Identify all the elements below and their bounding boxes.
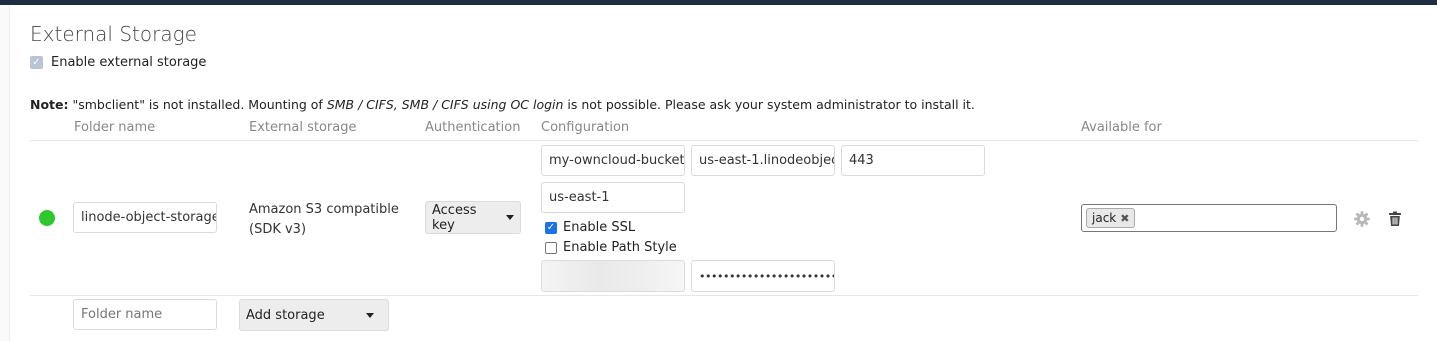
note-text-1: "smbclient" is not installed. Mounting o… — [68, 97, 327, 112]
gear-icon[interactable] — [1353, 210, 1371, 228]
header-available-for: Available for — [1081, 120, 1162, 135]
header-authentication: Authentication — [425, 120, 521, 135]
note-emphasis: SMB / CIFS, SMB / CIFS using OC login — [326, 97, 564, 112]
folder-name-input[interactable]: linode-object-storage — [73, 202, 217, 233]
left-sidebar-edge — [0, 5, 9, 341]
path-style-label: Enable Path Style — [563, 240, 677, 255]
port-input[interactable]: 443 — [841, 145, 985, 176]
row-divider — [30, 295, 1418, 296]
sidebar-divider — [9, 5, 10, 341]
storage-type-label: Amazon S3 compatible (SDK v3) — [249, 200, 409, 240]
smbclient-note: Note: "smbclient" is not installed. Moun… — [30, 97, 975, 112]
chevron-down-icon — [366, 312, 374, 318]
user-tag-label: jack — [1092, 211, 1117, 225]
header-folder-name: Folder name — [74, 120, 156, 135]
secret-key-input[interactable]: •••••••••••••••••••••••••••• — [691, 260, 835, 292]
storage-type-line-1: Amazon S3 compatible — [249, 202, 399, 217]
header-configuration: Configuration — [541, 120, 630, 135]
enable-ssl-label: Enable SSL — [563, 220, 636, 235]
note-prefix: Note: — [30, 97, 69, 112]
storage-type-line-2: (SDK v3) — [249, 222, 307, 237]
path-style-row[interactable]: Enable Path Style — [545, 240, 677, 255]
note-text-2: is not possible. Please ask your system … — [563, 97, 975, 112]
region-input[interactable]: us-east-1 — [541, 182, 685, 213]
enable-ssl-row[interactable]: ✓ Enable SSL — [545, 220, 635, 235]
bucket-input[interactable]: my-owncloud-bucket — [541, 145, 685, 176]
add-storage-label: Add storage — [246, 307, 325, 323]
enable-ssl-checkbox[interactable]: ✓ — [545, 221, 557, 234]
chevron-down-icon — [506, 215, 514, 220]
enable-external-storage-checkbox[interactable]: ✓ — [30, 56, 43, 69]
header-divider — [30, 140, 1418, 141]
new-folder-name-input[interactable] — [73, 299, 217, 330]
top-navigation-bar — [0, 0, 1437, 5]
available-for-input[interactable]: jack ✖ — [1081, 204, 1337, 232]
add-storage-dropdown[interactable]: Add storage — [239, 299, 389, 331]
authentication-dropdown[interactable]: Access key — [425, 201, 521, 234]
trash-icon[interactable] — [1386, 210, 1404, 228]
header-external-storage: External storage — [249, 120, 357, 135]
enable-external-storage-label: Enable external storage — [51, 55, 207, 70]
path-style-checkbox[interactable] — [545, 241, 557, 254]
section-title: External Storage — [30, 22, 197, 46]
authentication-value: Access key — [432, 202, 477, 233]
enable-external-storage-row[interactable]: ✓ Enable external storage — [30, 55, 206, 70]
remove-tag-icon[interactable]: ✖ — [1120, 212, 1129, 225]
hostname-input[interactable]: us-east-1.linodeobjec — [691, 145, 835, 176]
user-tag: jack ✖ — [1086, 208, 1136, 228]
mount-status-indicator[interactable] — [39, 210, 55, 226]
access-key-input[interactable] — [541, 260, 685, 292]
